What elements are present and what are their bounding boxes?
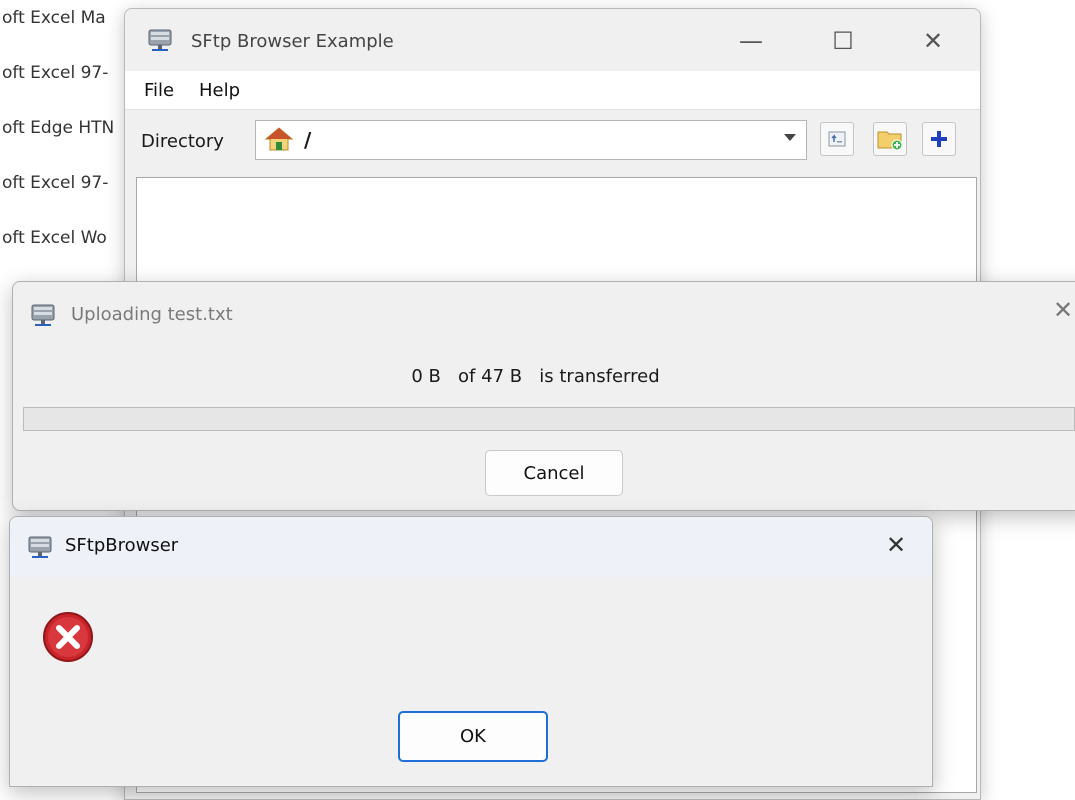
background-file-item: oft Excel Ma xyxy=(2,8,106,28)
transfer-status-text: 0 B of 47 B is transferred xyxy=(411,366,660,387)
directory-label: Directory xyxy=(141,131,224,152)
close-icon: ✕ xyxy=(922,27,944,55)
maximize-icon: ☐ xyxy=(832,27,854,55)
parent-folder-button[interactable] xyxy=(820,122,854,156)
close-button[interactable]: ✕ xyxy=(911,19,955,63)
server-icon xyxy=(148,29,172,51)
directory-combobox[interactable]: / xyxy=(255,120,807,160)
minimize-button[interactable]: — xyxy=(729,19,773,63)
home-icon xyxy=(264,127,294,151)
upload-dialog: Uploading test.txt ✕ 0 B of 47 B is tran… xyxy=(12,281,1075,511)
error-close-button[interactable]: ✕ xyxy=(886,531,906,559)
plus-icon xyxy=(931,131,947,147)
menu-help[interactable]: Help xyxy=(199,80,240,101)
upload-close-button[interactable]: ✕ xyxy=(1053,296,1073,324)
ok-button[interactable]: OK xyxy=(398,711,548,762)
background-file-item: oft Excel Wo xyxy=(2,228,107,248)
new-folder-button[interactable] xyxy=(873,122,907,156)
directory-value: / xyxy=(304,128,312,152)
menu-bar: File Help xyxy=(125,71,980,110)
background-file-item: oft Edge HTN xyxy=(2,118,115,138)
error-dialog: SFtpBrowser ✕ OK xyxy=(9,516,933,787)
upload-dialog-title: Uploading test.txt xyxy=(71,304,233,325)
menu-file[interactable]: File xyxy=(144,80,174,101)
parent-folder-icon xyxy=(828,131,846,147)
background-file-item: oft Excel 97- xyxy=(2,63,109,83)
server-icon xyxy=(28,536,52,558)
background-file-item: oft Excel 97- xyxy=(2,173,109,193)
cancel-button[interactable]: Cancel xyxy=(485,450,623,496)
error-dialog-title: SFtpBrowser xyxy=(65,535,179,556)
minimize-icon: — xyxy=(739,27,763,55)
server-icon xyxy=(31,304,55,326)
error-icon xyxy=(43,612,93,662)
chevron-down-icon[interactable] xyxy=(784,134,796,141)
upload-progress-bar xyxy=(23,407,1075,431)
maximize-button[interactable]: ☐ xyxy=(821,19,865,63)
error-dialog-title-bar: SFtpBrowser ✕ xyxy=(10,517,932,577)
window-title: SFtp Browser Example xyxy=(191,31,394,52)
toolbar: Directory / xyxy=(125,109,980,169)
title-bar: SFtp Browser Example — ☐ ✕ xyxy=(125,9,980,71)
new-folder-icon xyxy=(877,131,903,151)
add-button[interactable] xyxy=(922,122,956,156)
